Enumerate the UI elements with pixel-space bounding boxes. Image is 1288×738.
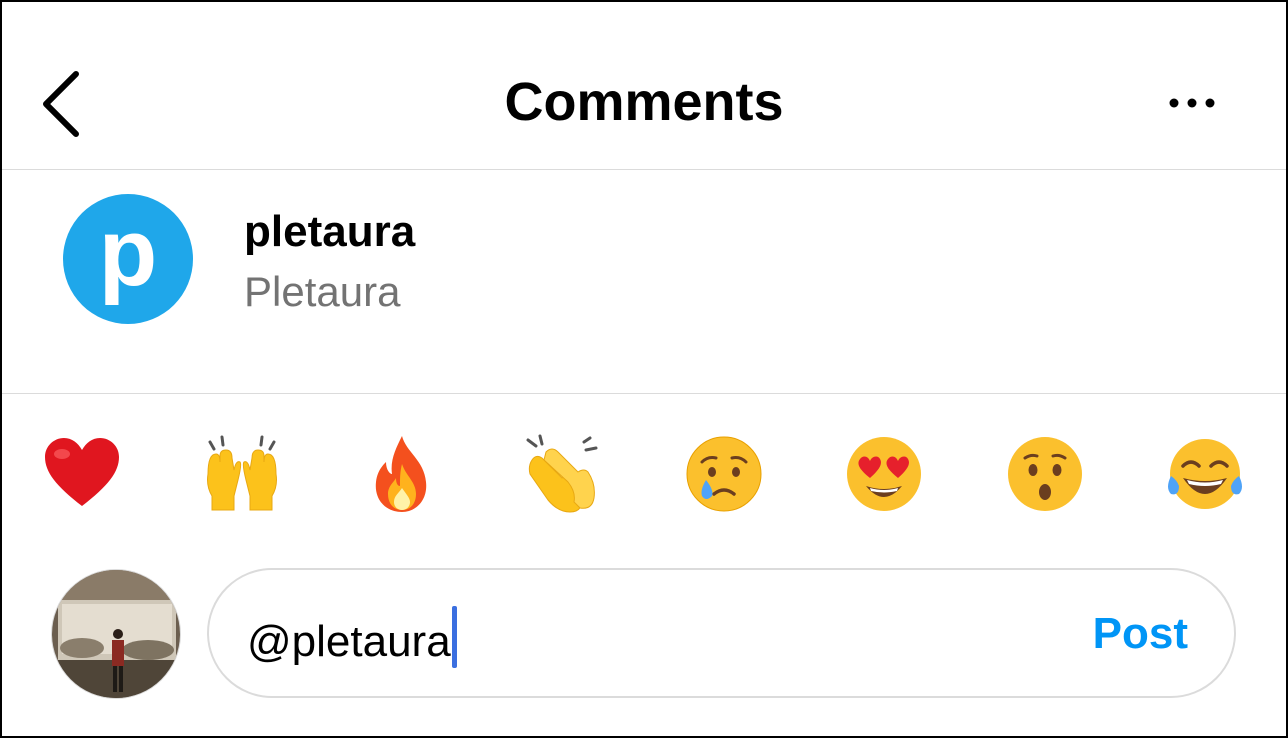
comment-input-text[interactable]: @pletaura <box>247 606 457 670</box>
more-options-button[interactable] <box>1162 88 1222 118</box>
suggestion-full-name: Pletaura <box>244 268 401 315</box>
header-bar: Comments <box>2 2 1286 170</box>
mention-suggestion[interactable]: p pletaura Pletaura <box>2 170 1286 394</box>
fire-emoji[interactable] <box>362 434 442 514</box>
suggestion-username: pletaura <box>244 207 416 256</box>
page-title: Comments <box>504 72 784 132</box>
text-caret <box>451 606 457 668</box>
emoji-quick-reactions <box>2 394 1286 554</box>
clapping-hands-emoji[interactable] <box>522 434 602 514</box>
heart-eyes-emoji[interactable] <box>844 434 924 514</box>
comment-input[interactable]: @pletaura Post <box>207 568 1236 698</box>
tears-of-joy-emoji[interactable] <box>1165 434 1245 514</box>
surprised-face-emoji[interactable] <box>1005 434 1085 514</box>
red-heart-emoji[interactable] <box>42 434 122 514</box>
crying-face-emoji[interactable] <box>684 434 764 514</box>
comment-input-value: @pletaura <box>247 617 451 666</box>
suggestion-avatar: p <box>63 194 193 324</box>
current-user-avatar <box>51 569 181 699</box>
raising-hands-emoji[interactable] <box>202 434 282 514</box>
user-photo <box>52 570 180 698</box>
post-button[interactable]: Post <box>1093 606 1188 662</box>
more-horizontal-icon <box>1169 98 1215 108</box>
